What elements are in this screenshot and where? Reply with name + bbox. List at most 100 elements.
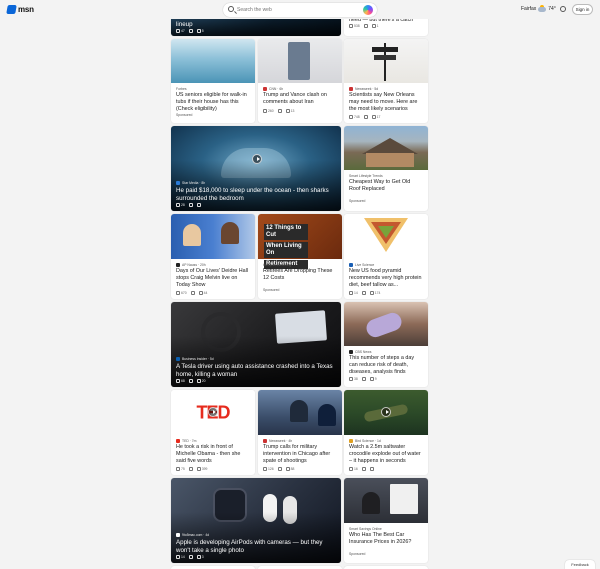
comment-button[interactable] — [369, 467, 375, 471]
play-icon[interactable] — [381, 407, 391, 417]
weather-widget[interactable]: Fairfax 74° — [521, 4, 556, 12]
news-card[interactable]: CBS News This number of steps a day can … — [344, 302, 428, 387]
like-button[interactable]: 47 — [176, 29, 185, 33]
news-card[interactable]: 12 Things to Cut When Living On Retireme… — [258, 214, 342, 299]
news-card[interactable]: CNN · 6h Trump and Vance clash on commen… — [258, 39, 342, 123]
article-image — [258, 39, 342, 83]
publisher-icon — [176, 181, 180, 186]
comment-button[interactable]: 44 — [198, 291, 207, 295]
card-source: Forbes — [176, 86, 187, 91]
card-headline[interactable]: Cheapest Way to Get Old Roof Replaced — [349, 179, 423, 193]
copilot-icon[interactable] — [363, 5, 373, 15]
comment-button[interactable]: 399 — [196, 467, 207, 471]
search-bar[interactable] — [223, 3, 377, 17]
article-image — [344, 214, 428, 259]
card-headline[interactable]: Days of Our Lives' Deidre Hall stops Cra… — [176, 268, 250, 289]
thumbs-down-icon[interactable] — [361, 377, 366, 382]
like-button[interactable]: 126 — [263, 467, 274, 472]
thumbs-down-icon[interactable] — [188, 28, 193, 33]
comment-icon — [196, 555, 201, 559]
publisher-icon — [349, 86, 353, 91]
news-card[interactable]: Smart Lifestyle Trends Cheapest Way to G… — [344, 126, 428, 211]
news-card-hero[interactable]: Business Insider · 5d A Tesla driver usi… — [171, 302, 341, 387]
comment-button[interactable]: 5 — [196, 29, 204, 33]
feedback-button[interactable]: Feedback — [565, 560, 595, 569]
like-button[interactable]: 14 — [176, 555, 185, 559]
news-card[interactable]: Bird Science · 1d Watch a 2.5m saltwater… — [344, 390, 428, 475]
news-card-hero[interactable]: 9to5mac.com · 4d Apple is developing Air… — [171, 478, 341, 563]
thumbs-down-icon[interactable] — [361, 467, 366, 472]
play-icon[interactable] — [208, 407, 218, 417]
like-button[interactable]: 28 — [176, 203, 185, 207]
thumbs-down-icon[interactable] — [188, 467, 193, 472]
publisher-icon — [176, 357, 180, 362]
msn-logo[interactable]: msn — [6, 5, 34, 14]
comment-button[interactable] — [196, 203, 202, 207]
like-button[interactable]: 14 — [349, 291, 358, 296]
card-headline[interactable]: Retirees Are Dropping These 12 Costs — [263, 268, 337, 282]
publisher-icon — [176, 533, 180, 538]
search-input[interactable] — [237, 5, 357, 15]
sign-in-button[interactable]: Sign in — [572, 4, 593, 15]
comment-button[interactable]: 3 — [196, 555, 204, 559]
thumbs-down-icon[interactable] — [361, 291, 366, 296]
comment-button[interactable]: 1 — [371, 24, 379, 28]
like-button[interactable]: 38 — [349, 377, 358, 382]
thumbs-up-icon — [349, 467, 353, 472]
card-headline[interactable]: Trump and Vance clash on comments about … — [263, 92, 337, 106]
card-headline[interactable]: This number of steps a day can reduce ri… — [349, 355, 423, 376]
news-card[interactable]: Live Science New US food pyramid recomme… — [344, 214, 428, 299]
card-headline[interactable]: Scientists say New Orleans may need to m… — [349, 92, 423, 113]
news-card[interactable]: TED TED · 7m He took a risk in front of … — [171, 390, 255, 475]
card-headline[interactable]: Trump calls for military intervention in… — [263, 444, 337, 465]
like-button[interactable]: 68 — [176, 379, 185, 383]
like-button[interactable]: 748 — [349, 115, 360, 120]
news-card[interactable]: AP Nauss · 20h Days of Our Lives' Deidre… — [171, 214, 255, 299]
thumbs-down-icon[interactable] — [188, 378, 193, 383]
like-button[interactable]: 670 — [176, 291, 187, 296]
thumbs-down-icon[interactable] — [190, 291, 195, 296]
card-headline[interactable]: A Tesla driver using auto assistance cra… — [176, 363, 336, 379]
article-image — [171, 214, 255, 259]
article-image — [258, 390, 342, 435]
sponsored-label: Sponsored — [349, 199, 366, 203]
news-card[interactable]: Newsweek · 4h Trump calls for military i… — [258, 390, 342, 475]
card-headline[interactable]: He paid $18,000 to sleep under the ocean… — [176, 187, 336, 203]
comment-button[interactable]: 20 — [196, 379, 206, 383]
thumbs-down-icon[interactable] — [363, 115, 368, 120]
like-button[interactable]: 260 — [263, 109, 274, 114]
news-card[interactable]: Forbes US seniors eligible for walk-in t… — [171, 39, 255, 123]
comment-button[interactable]: 88 — [285, 467, 294, 471]
thumbs-down-icon[interactable] — [188, 554, 193, 559]
card-headline[interactable]: He took a risk in front of Michelle Obam… — [176, 444, 250, 465]
card-source: Smart Savings Online — [349, 526, 382, 531]
card-actions: 670 44 — [176, 291, 250, 296]
gear-icon[interactable] — [560, 6, 566, 12]
card-headline[interactable]: Who Has The Best Car Insurance Prices in… — [349, 532, 423, 546]
like-button[interactable]: 75 — [176, 467, 185, 472]
comment-button[interactable]: 13 — [285, 109, 294, 113]
comment-button[interactable]: 17 — [371, 115, 380, 119]
card-headline[interactable]: Watch a 2.5m saltwater crocodile explode… — [349, 444, 423, 465]
news-card[interactable]: Newsweek · 5d Scientists say New Orleans… — [344, 39, 428, 123]
card-headline[interactable]: New US food pyramid recommends very high… — [349, 268, 423, 289]
card-source: Newsweek · 4h — [263, 438, 337, 443]
thumbs-down-icon[interactable] — [188, 202, 193, 207]
publisher-icon — [349, 349, 353, 354]
comment-button[interactable]: 9 — [369, 377, 377, 381]
thumbs-down-icon[interactable] — [277, 109, 282, 114]
card-headline[interactable]: US seniors eligible for walk-in tubs if … — [176, 92, 250, 113]
thumbs-down-icon[interactable] — [277, 467, 282, 472]
like-button[interactable]: 16 — [349, 467, 358, 472]
card-headline[interactable]: Apple is developing AirPods with cameras… — [176, 539, 336, 555]
publisher-icon — [176, 262, 180, 267]
thumbs-down-icon[interactable] — [363, 24, 368, 29]
like-button[interactable]: 538 — [349, 24, 360, 29]
news-card[interactable]: Smart Savings Online Who Has The Best Ca… — [344, 478, 428, 563]
partly-cloudy-icon — [538, 4, 547, 12]
news-card-hero[interactable]: Star Media · 8h He paid $18,000 to sleep… — [171, 126, 341, 211]
card-headline[interactable]: lineup — [176, 21, 336, 29]
comment-icon — [369, 291, 374, 295]
sponsored-label: Sponsored — [349, 552, 366, 556]
comment-button[interactable]: 174 — [369, 291, 380, 295]
